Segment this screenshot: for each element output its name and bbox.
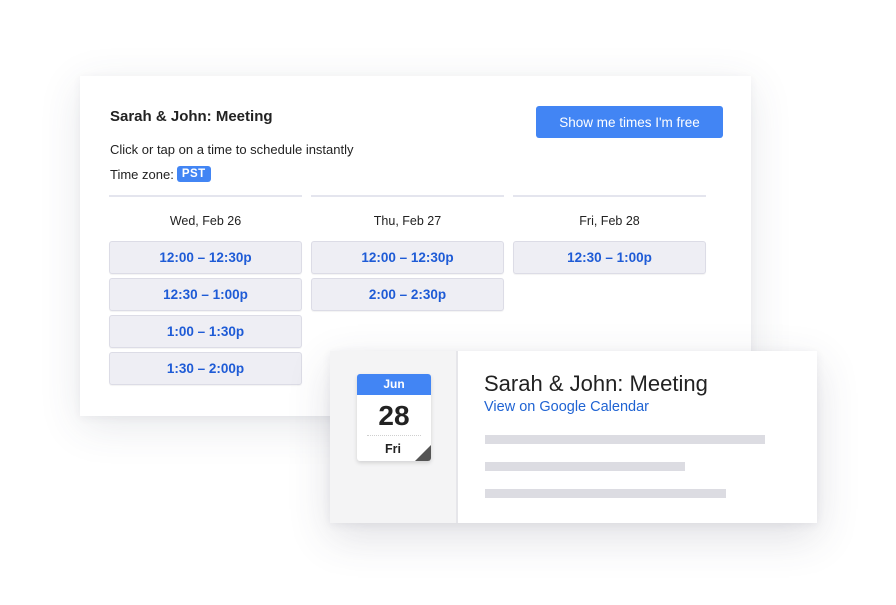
- day-label: Thu, Feb 27: [373, 214, 442, 228]
- time-slot[interactable]: 12:30 – 1:00p: [109, 278, 302, 311]
- calendar-date-icon: Jun 28 Fri: [357, 374, 431, 461]
- slot-list: 12:00 – 12:30p 2:00 – 2:30p: [311, 241, 504, 311]
- time-slot[interactable]: 1:30 – 2:00p: [109, 352, 302, 385]
- calendar-separator: [367, 435, 421, 436]
- day-column-wed: Wed, Feb 26 12:00 – 12:30p 12:30 – 1:00p…: [109, 195, 302, 385]
- time-slot[interactable]: 1:00 – 1:30p: [109, 315, 302, 348]
- page-curl-icon: [415, 445, 431, 461]
- event-details: Sarah & John: Meeting View on Google Cal…: [458, 351, 817, 523]
- day-label: Wed, Feb 26: [169, 214, 242, 228]
- timezone-badge[interactable]: PST: [176, 166, 211, 182]
- instructions-text: Click or tap on a time to schedule insta…: [110, 142, 354, 157]
- placeholder-line: [485, 462, 685, 471]
- view-on-google-calendar-link[interactable]: View on Google Calendar: [484, 399, 649, 415]
- day-label: Fri, Feb 28: [579, 214, 640, 228]
- time-slot[interactable]: 12:30 – 1:00p: [513, 241, 706, 274]
- day-divider: [311, 195, 504, 197]
- event-date-panel: Jun 28 Fri: [330, 351, 458, 523]
- calendar-month: Jun: [357, 374, 431, 395]
- time-slot[interactable]: 12:00 – 12:30p: [109, 241, 302, 274]
- slot-list: 12:00 – 12:30p 12:30 – 1:00p 1:00 – 1:30…: [109, 241, 302, 385]
- day-divider: [513, 195, 706, 197]
- day-divider: [109, 195, 302, 197]
- calendar-day-number: 28: [378, 400, 410, 431]
- meeting-title: Sarah & John: Meeting: [110, 108, 273, 125]
- placeholder-line: [485, 489, 726, 498]
- placeholder-line: [485, 435, 765, 444]
- timezone-row: Time zone: PST: [110, 166, 211, 182]
- slot-list: 12:30 – 1:00p: [513, 241, 706, 274]
- time-slot[interactable]: 12:00 – 12:30p: [311, 241, 504, 274]
- event-title: Sarah & John: Meeting: [484, 371, 708, 396]
- event-confirmation-card: Jun 28 Fri Sarah & John: Meeting View on…: [330, 351, 817, 523]
- timezone-label: Time zone:: [110, 166, 174, 182]
- show-free-times-button[interactable]: Show me times I'm free: [536, 106, 723, 138]
- time-slot[interactable]: 2:00 – 2:30p: [311, 278, 504, 311]
